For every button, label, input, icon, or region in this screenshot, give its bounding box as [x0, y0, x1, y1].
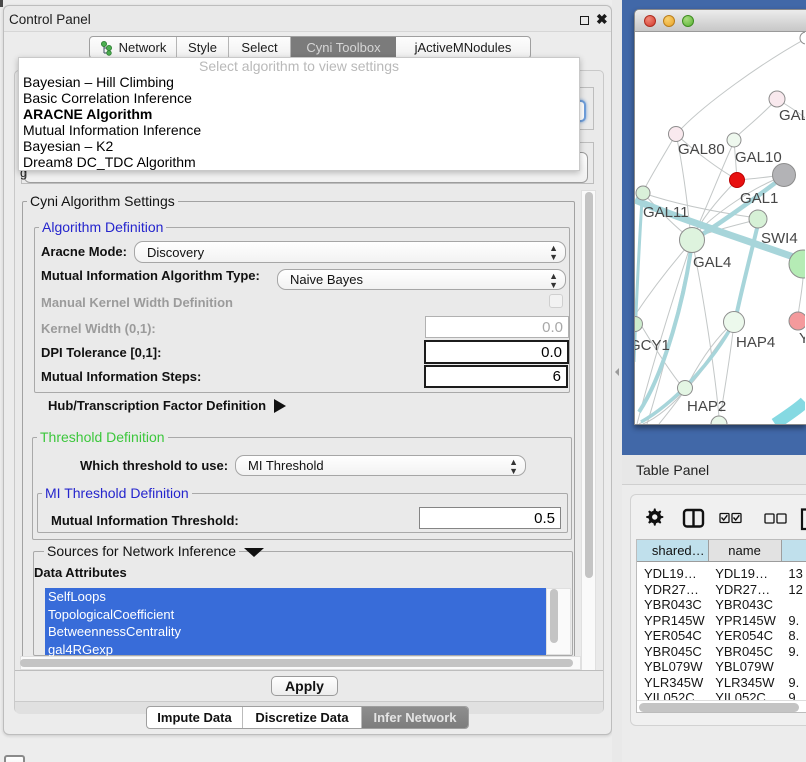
- svg-text:GAL80: GAL80: [678, 141, 725, 158]
- svg-text:GAL11: GAL11: [643, 204, 689, 221]
- svg-text:GCY1: GCY1: [635, 337, 670, 354]
- svg-text:HAP2: HAP2: [687, 398, 726, 415]
- svg-text:GAL4: GAL4: [693, 254, 731, 271]
- svg-text:Y: Y: [799, 330, 805, 347]
- svg-text:SWI4: SWI4: [761, 230, 798, 247]
- svg-text:GAL10: GAL10: [735, 149, 782, 166]
- svg-text:GAL: GAL: [779, 107, 805, 124]
- svg-text:HAP4: HAP4: [736, 334, 775, 351]
- svg-text:GAL1: GAL1: [740, 190, 778, 207]
